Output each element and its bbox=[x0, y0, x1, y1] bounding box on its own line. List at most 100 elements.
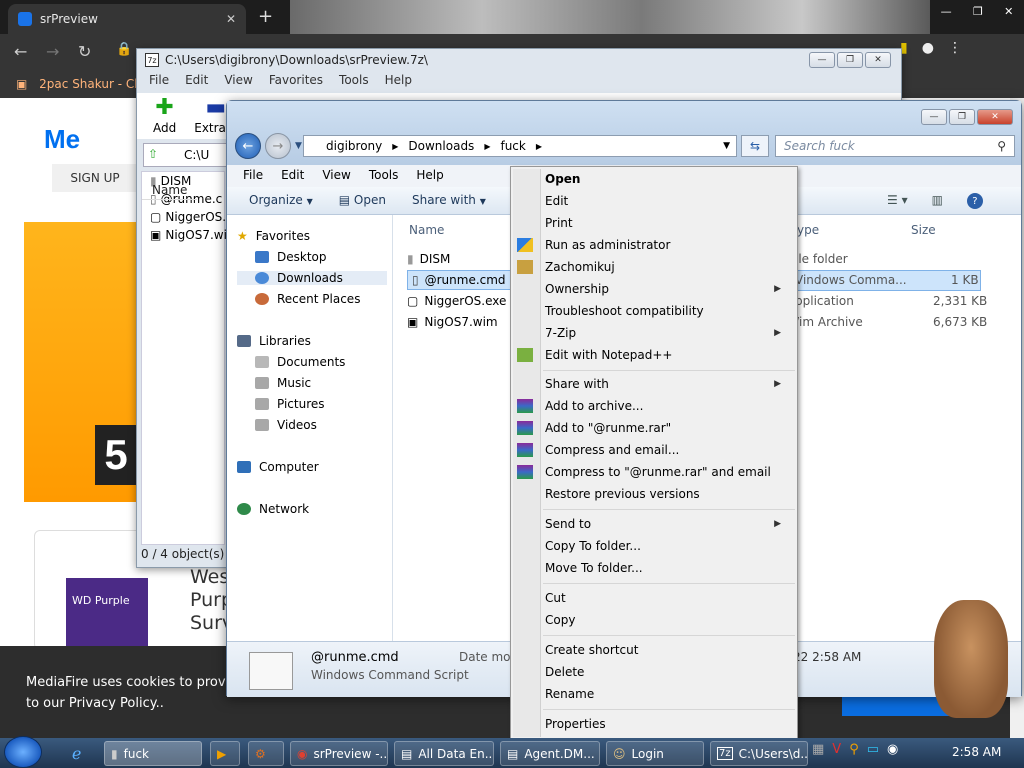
file-row-nigos7[interactable]: ▣ NigOS7.wim bbox=[407, 312, 498, 332]
list-item[interactable]: ▢ NiggerOS. bbox=[142, 208, 226, 226]
breadcrumb-digibrony[interactable]: digibrony bbox=[326, 139, 382, 153]
antivirus-icon[interactable]: V bbox=[832, 742, 841, 757]
menu-item-restore-versions[interactable]: Restore previous versions bbox=[545, 484, 700, 504]
taskbar-item-7zip[interactable]: 7z C:\Users\d... bbox=[710, 741, 808, 766]
nav-pictures[interactable]: Pictures bbox=[255, 397, 325, 411]
minimize-icon[interactable]: — bbox=[809, 52, 835, 68]
minimize-icon[interactable]: — bbox=[941, 5, 952, 18]
chrome-tab-srpreview[interactable]: srPreview ✕ bbox=[8, 4, 246, 34]
breadcrumb-fuck[interactable]: fuck bbox=[500, 139, 525, 153]
menu-item-open[interactable]: Open bbox=[545, 169, 580, 189]
menu-item-notepadpp[interactable]: Edit with Notepad++ bbox=[545, 345, 672, 365]
menu-item-compress-rar-email[interactable]: Compress to "@runme.rar" and email bbox=[545, 462, 771, 482]
menu-item-send-to[interactable]: Send to ▶ bbox=[545, 514, 791, 534]
tray-icon[interactable]: ▦ bbox=[812, 742, 824, 757]
menu-tools[interactable]: Tools bbox=[369, 168, 399, 184]
menu-item-print[interactable]: Print bbox=[545, 213, 573, 233]
7zip-column-name[interactable]: Name bbox=[142, 180, 198, 200]
back-arrow-icon[interactable]: ← bbox=[14, 42, 27, 61]
chevron-right-icon[interactable]: ▶ bbox=[484, 142, 490, 151]
taskbar-item-login[interactable]: ☺ Login bbox=[606, 741, 704, 766]
maximize-icon[interactable]: ❐ bbox=[973, 5, 983, 18]
back-arrow-icon[interactable]: ← bbox=[235, 133, 261, 159]
menu-item-compress-email[interactable]: Compress and email... bbox=[545, 440, 679, 460]
menu-item-ownership[interactable]: Ownership ▶ bbox=[545, 279, 791, 299]
menu-edit[interactable]: Edit bbox=[185, 73, 208, 91]
menu-file[interactable]: File bbox=[243, 168, 263, 184]
menu-item-copy-to-folder[interactable]: Copy To folder... bbox=[545, 536, 641, 556]
nav-documents[interactable]: Documents bbox=[255, 355, 345, 369]
menu-item-move-to-folder[interactable]: Move To folder... bbox=[545, 558, 643, 578]
nav-downloads[interactable]: Downloads bbox=[237, 271, 387, 285]
organize-button[interactable]: Organize ▼ bbox=[249, 193, 313, 208]
7zip-titlebar[interactable]: 7z C:\Users\digibrony\Downloads\srPrevie… bbox=[137, 49, 901, 71]
close-tab-icon[interactable]: ✕ bbox=[226, 12, 236, 26]
wd-purple-product-image[interactable]: WD Purple bbox=[66, 578, 148, 648]
menu-item-run-as-admin[interactable]: Run as administrator bbox=[545, 235, 670, 255]
column-header-type[interactable]: ype bbox=[797, 223, 819, 237]
signup-button[interactable]: SIGN UP bbox=[52, 164, 138, 192]
menu-item-troubleshoot[interactable]: Troubleshoot compatibility bbox=[545, 301, 704, 321]
address-dropdown-icon[interactable]: ▼ bbox=[723, 141, 730, 151]
monitor-icon[interactable]: ▭ bbox=[867, 742, 879, 757]
menu-edit[interactable]: Edit bbox=[281, 168, 304, 184]
menu-view[interactable]: View bbox=[322, 168, 350, 184]
share-with-button[interactable]: Share with ▼ bbox=[412, 193, 486, 208]
menu-view[interactable]: View bbox=[224, 73, 252, 91]
minimize-icon[interactable]: — bbox=[921, 109, 947, 125]
menu-help[interactable]: Help bbox=[385, 73, 412, 91]
open-button[interactable]: ▤ Open bbox=[339, 193, 386, 208]
profile-icon[interactable]: ● bbox=[922, 40, 934, 56]
close-icon[interactable]: ✕ bbox=[865, 52, 891, 68]
media-player-icon[interactable]: ▶ bbox=[210, 741, 240, 766]
mediafire-logo[interactable]: Me bbox=[44, 124, 80, 155]
menu-favorites[interactable]: Favorites bbox=[269, 73, 323, 91]
nav-desktop[interactable]: Desktop bbox=[255, 250, 327, 264]
preview-pane-icon[interactable]: ▥ bbox=[932, 193, 943, 209]
menu-help[interactable]: Help bbox=[416, 168, 443, 184]
breadcrumb-downloads[interactable]: Downloads bbox=[408, 139, 474, 153]
menu-item-copy[interactable]: Copy bbox=[545, 610, 575, 630]
reload-icon[interactable]: ↻ bbox=[78, 42, 91, 61]
column-header-name[interactable]: Name bbox=[409, 223, 444, 237]
taskbar-item-srpreview[interactable]: ◉ srPreview -... bbox=[290, 741, 388, 766]
taskbar-item-fuck[interactable]: ▮ fuck bbox=[104, 741, 202, 766]
chevron-right-icon[interactable]: ▶ bbox=[392, 142, 398, 151]
list-item[interactable]: ▣ NigOS7.wim bbox=[142, 226, 239, 244]
nav-favorites[interactable]: ★ Favorites bbox=[237, 229, 310, 243]
menu-item-delete[interactable]: Delete bbox=[545, 662, 584, 682]
menu-item-create-shortcut[interactable]: Create shortcut bbox=[545, 640, 638, 660]
nav-network[interactable]: Network bbox=[237, 502, 309, 516]
menu-item-add-to-runme-rar[interactable]: Add to "@runme.rar" bbox=[545, 418, 671, 438]
menu-item-share-with[interactable]: Share with ▶ bbox=[545, 374, 791, 394]
menu-item-add-to-archive[interactable]: Add to archive... bbox=[545, 396, 643, 416]
taskbar-item-all-data[interactable]: ▤ All Data En... bbox=[394, 741, 494, 766]
chevron-right-icon[interactable]: ▶ bbox=[536, 142, 542, 151]
start-button[interactable] bbox=[4, 736, 42, 768]
menu-tools[interactable]: Tools bbox=[339, 73, 369, 91]
nav-music[interactable]: Music bbox=[255, 376, 311, 390]
maximize-icon[interactable]: ❐ bbox=[837, 52, 863, 68]
menu-item-zachomikuj[interactable]: Zachomikuj bbox=[545, 257, 615, 277]
file-row-runme[interactable]: ▯ @runme.cmd bbox=[407, 270, 511, 290]
add-button[interactable]: ✚ Add bbox=[153, 97, 176, 136]
view-options-icon[interactable]: ☰ ▾ bbox=[887, 193, 908, 209]
menu-item-edit[interactable]: Edit bbox=[545, 191, 568, 211]
close-icon[interactable]: ✕ bbox=[977, 109, 1013, 125]
menu-item-7zip[interactable]: 7-Zip ▶ bbox=[545, 323, 791, 343]
menu-item-rename[interactable]: Rename bbox=[545, 684, 594, 704]
app-icon[interactable]: ⚙ bbox=[248, 741, 284, 766]
nav-recent-places[interactable]: Recent Places bbox=[255, 292, 360, 306]
forward-arrow-icon[interactable]: → bbox=[46, 42, 59, 61]
breadcrumb[interactable]: digibrony ▶ Downloads ▶ fuck ▶ ▼ bbox=[303, 135, 737, 157]
search-tray-icon[interactable]: ⚲ bbox=[849, 742, 859, 757]
ie-icon[interactable]: ℯ bbox=[66, 741, 96, 766]
refresh-button[interactable]: ⇆ bbox=[741, 135, 769, 157]
nav-libraries[interactable]: Libraries bbox=[237, 334, 311, 348]
volume-icon[interactable]: ◉ bbox=[887, 742, 898, 757]
menu-file[interactable]: File bbox=[149, 73, 169, 91]
chrome-menu-icon[interactable]: ⋮ bbox=[948, 40, 962, 56]
file-row-dism[interactable]: ▮ DISM bbox=[407, 249, 450, 269]
taskbar-item-agent[interactable]: ▤ Agent.DM... bbox=[500, 741, 600, 766]
up-folder-icon[interactable]: ⇧ bbox=[148, 147, 158, 161]
